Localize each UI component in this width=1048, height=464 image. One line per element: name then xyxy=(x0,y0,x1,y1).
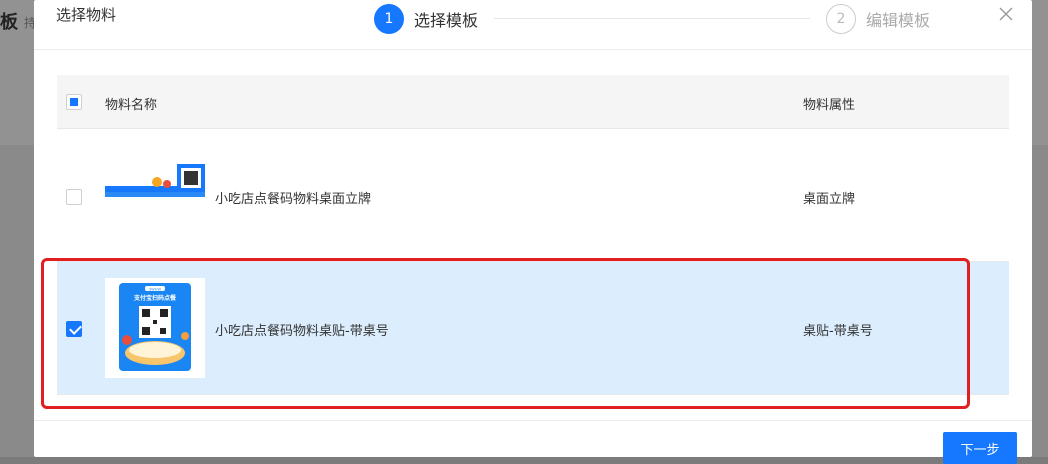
row-checkbox[interactable] xyxy=(66,189,82,205)
modal-title: 选择物料 xyxy=(56,6,117,24)
table-header: 物料名称 物料属性 xyxy=(57,75,1009,129)
material-attribute: 桌面立牌 xyxy=(803,192,856,207)
step-1-number: 1 xyxy=(374,4,404,34)
background-page-title: 板 xyxy=(0,12,18,33)
material-name: 小吃店点餐码物料桌面立牌 xyxy=(215,192,372,207)
close-button[interactable] xyxy=(996,4,1016,24)
material-thumbnail-stand xyxy=(105,146,205,246)
modal-header: 选择物料 1 选择模板 2 编辑模板 xyxy=(34,0,1032,50)
material-thumbnail-sticker: SWGW 支付宝扫码点餐 xyxy=(105,278,205,378)
modal-footer: 下一步 xyxy=(34,420,1032,464)
select-material-modal: 选择物料 1 选择模板 2 编辑模板 物料名称 物料属性 小吃店点餐码物料桌面立… xyxy=(34,0,1032,464)
step-2-number: 2 xyxy=(826,4,856,34)
column-header-attribute: 物料属性 xyxy=(803,98,856,113)
table-row[interactable]: 小吃店点餐码物料桌面立牌 桌面立牌 xyxy=(57,129,1009,262)
next-step-button[interactable]: 下一步 xyxy=(943,432,1017,464)
close-icon xyxy=(999,7,1013,21)
material-table: 物料名称 物料属性 小吃店点餐码物料桌面立牌 桌面立牌 SWGW 支付宝扫码点餐… xyxy=(57,75,1009,395)
thumbnail-tag-text: SWGW xyxy=(149,288,161,292)
select-all-checkbox[interactable] xyxy=(66,94,82,110)
step-1: 1 选择模板 xyxy=(374,4,478,34)
step-connector xyxy=(494,18,810,19)
table-row-selected[interactable]: SWGW 支付宝扫码点餐 小吃店点餐码物料桌贴-带桌号 桌贴-带桌号 xyxy=(57,262,1009,395)
column-header-name: 物料名称 xyxy=(105,98,158,113)
step-2-label: 编辑模板 xyxy=(866,11,931,30)
step-2: 2 编辑模板 xyxy=(826,4,930,34)
row-checkbox-checked[interactable] xyxy=(66,321,82,337)
step-1-label: 选择模板 xyxy=(414,11,479,30)
material-name: 小吃店点餐码物料桌贴-带桌号 xyxy=(215,324,389,339)
thumbnail-banner-text: 支付宝扫码点餐 xyxy=(133,294,177,302)
material-attribute: 桌贴-带桌号 xyxy=(803,324,873,339)
